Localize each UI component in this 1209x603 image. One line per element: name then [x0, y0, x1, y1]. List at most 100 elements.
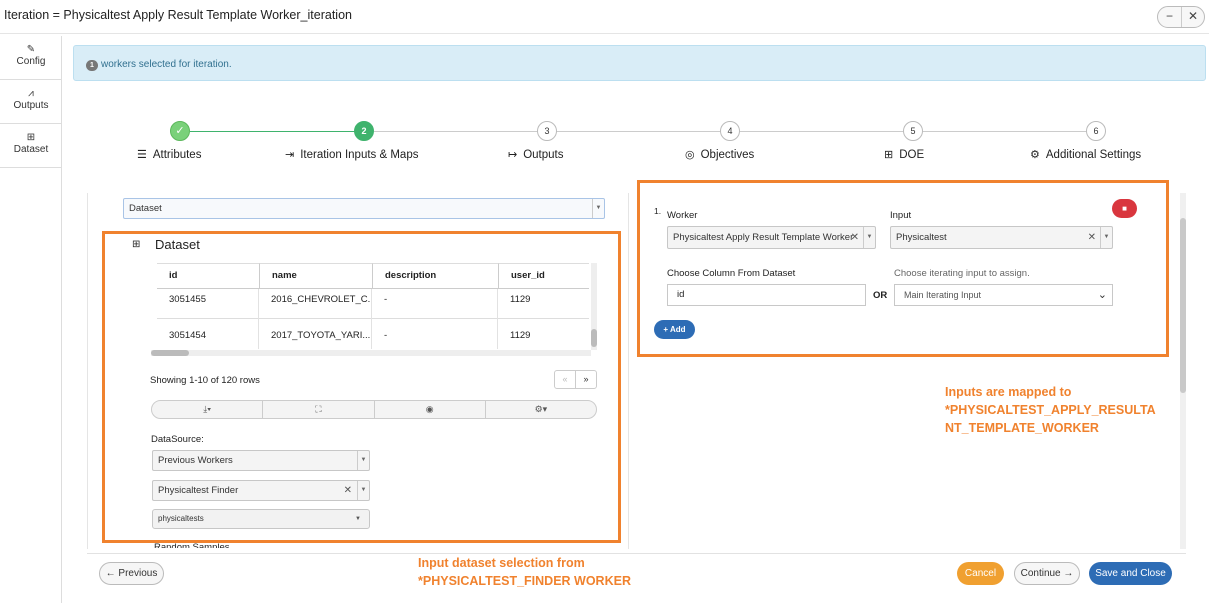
step-6-dot[interactable]: 6 [1086, 121, 1106, 141]
step-attributes[interactable]: ☰ Attributes [137, 148, 202, 162]
step-2-dot[interactable]: 2 [354, 121, 374, 141]
toggle-view-button[interactable]: ◉ [373, 401, 485, 418]
step-label: Outputs [523, 148, 564, 161]
step-iteration-inputs[interactable]: ⇥ Iteration Inputs & Maps [285, 148, 419, 162]
vertical-scrollbar[interactable] [1180, 193, 1186, 549]
annotation-line: *PHYSICALTEST_APPLY_RESULTA [945, 403, 1156, 417]
worker-select-value: Physicaltest Apply Result Template Worke… [673, 232, 854, 243]
sidebar-item-dataset[interactable]: ⊞ Dataset [0, 124, 62, 168]
scroll-thumb[interactable] [151, 350, 189, 356]
step-label: Additional Settings [1045, 148, 1142, 161]
chevron-down-icon: ▼ [357, 451, 369, 470]
or-separator: OR [873, 290, 888, 301]
step-doe[interactable]: ⊞ DOE [884, 148, 925, 162]
annotation-line: Inputs are mapped to [945, 385, 1072, 399]
columns-settings-button[interactable]: ⚙▾ [484, 401, 596, 418]
table-icon: ⊞ [26, 132, 36, 143]
sidebar-item-label: Dataset [13, 144, 49, 155]
fullscreen-button[interactable]: ⛶ [262, 401, 373, 418]
save-and-close-button[interactable]: Save and Close [1089, 562, 1172, 585]
scroll-thumb[interactable] [1180, 218, 1186, 393]
chart-icon: ⩘ [28, 88, 34, 99]
table-cell: 3051455 [169, 294, 206, 305]
column-header[interactable]: user_id [498, 263, 589, 289]
step-1-dot[interactable]: ✓ [170, 121, 190, 141]
sidebar-item-label: Config [16, 56, 46, 67]
chevron-down-icon: ▼ [1100, 227, 1112, 248]
table-cell: 1129 [510, 294, 531, 305]
clear-icon[interactable]: ✕ [851, 227, 859, 248]
export-button[interactable]: ⤓▾ [152, 401, 262, 418]
column-header[interactable]: id [157, 263, 259, 289]
step-additional-settings[interactable]: ⚙ Additional Settings [1030, 148, 1142, 162]
prev-page-button[interactable]: « [555, 371, 576, 388]
step-4-dot[interactable]: 4 [720, 121, 740, 141]
source-select[interactable]: Dataset ▼ [123, 198, 605, 219]
add-mapping-button[interactable]: + Add [654, 320, 695, 339]
datasource-item-value: physicaltests [158, 514, 204, 523]
next-page-button[interactable]: » [576, 371, 596, 388]
info-alert: 1 workers selected for iteration. [73, 45, 1206, 81]
worker-select[interactable]: Physicaltest Apply Result Template Worke… [667, 226, 876, 249]
pagination-text: Showing 1-10 of 120 rows [150, 375, 260, 386]
panel-divider [87, 193, 88, 549]
input-select[interactable]: Physicaltest ✕ ▼ [890, 226, 1113, 249]
chevron-down-icon: ▼ [863, 227, 875, 248]
column-divider [371, 289, 372, 349]
clear-icon[interactable]: ✕ [344, 481, 352, 500]
count-badge: 1 [86, 60, 98, 71]
window-titlebar: Iteration = Physicaltest Apply Result Te… [0, 0, 1209, 34]
sidebar-item-outputs[interactable]: ⩘ Outputs [0, 80, 62, 124]
panel-divider [628, 193, 629, 549]
table-cell: 2016_CHEVROLET_C... [271, 294, 372, 305]
mapping-index: 1. [654, 206, 662, 216]
sidebar: ✎ Config ⩘ Outputs ⊞ Dataset [0, 36, 62, 603]
step-label: Attributes [152, 148, 202, 161]
annotation-line: *PHYSICALTEST_FINDER WORKER [418, 574, 631, 588]
datasource-type-select[interactable]: Previous Workers ▼ [152, 450, 370, 471]
window-buttons: − ✕ [1157, 6, 1205, 28]
column-label: Choose Column From Dataset [667, 268, 796, 279]
step-label: DOE [899, 148, 925, 161]
source-select-value: Dataset [129, 203, 162, 214]
chevron-down-icon: ▼ [357, 481, 369, 500]
table-cell: 2017_TOYOTA_YARI... [271, 330, 371, 341]
sidebar-item-label: Outputs [13, 100, 49, 111]
continue-button[interactable]: Continue → [1014, 562, 1080, 585]
sign-in-icon: ⇥ [285, 149, 295, 161]
table-cell: 1129 [510, 330, 531, 341]
step-3-dot[interactable]: 3 [537, 121, 557, 141]
footer-divider [87, 553, 1186, 554]
step-outputs[interactable]: ↦ Outputs [508, 148, 564, 162]
iterating-input-label: Choose iterating input to assign. [894, 268, 1030, 279]
cancel-button[interactable]: Cancel [957, 562, 1004, 585]
clear-icon[interactable]: ✕ [1088, 227, 1096, 248]
datasource-item-select[interactable]: physicaltests ▼ [152, 509, 370, 529]
datasource-worker-select[interactable]: Physicaltest Finder ✕ ▼ [152, 480, 370, 501]
previous-button[interactable]: ← Previous [99, 562, 164, 585]
step-connector [374, 131, 1106, 132]
minimize-button[interactable]: − [1158, 7, 1181, 27]
sidebar-item-config[interactable]: ✎ Config [0, 36, 62, 80]
scroll-thumb[interactable] [591, 329, 597, 347]
inputs-annotation: Inputs are mapped to *PHYSICALTEST_APPLY… [945, 383, 1156, 437]
datasource-worker-value: Physicaltest Finder [158, 485, 239, 496]
iterating-input-select[interactable]: Main Iterating Input ⌄ [894, 284, 1113, 306]
delete-mapping-button[interactable]: ■ [1112, 199, 1137, 218]
dataset-panel-title: Dataset [155, 237, 200, 252]
column-header[interactable]: name [259, 263, 372, 289]
gear-icon: ⚙ [1030, 149, 1040, 161]
step-5-dot[interactable]: 5 [903, 121, 923, 141]
horizontal-scrollbar[interactable] [151, 350, 591, 356]
table-cell: - [384, 330, 388, 341]
table-icon: ⊞ [884, 149, 894, 161]
dataset-annotation: Input dataset selection from *PHYSICALTE… [418, 554, 631, 590]
step-objectives[interactable]: ◎ Objectives [685, 148, 754, 162]
step-label: Iteration Inputs & Maps [300, 148, 419, 161]
vertical-scrollbar[interactable] [591, 263, 597, 350]
close-button[interactable]: ✕ [1181, 7, 1204, 27]
column-header[interactable]: description [372, 263, 498, 289]
column-input[interactable]: id [667, 284, 866, 306]
sign-out-icon: ↦ [508, 149, 518, 161]
datasource-type-value: Previous Workers [158, 455, 233, 466]
